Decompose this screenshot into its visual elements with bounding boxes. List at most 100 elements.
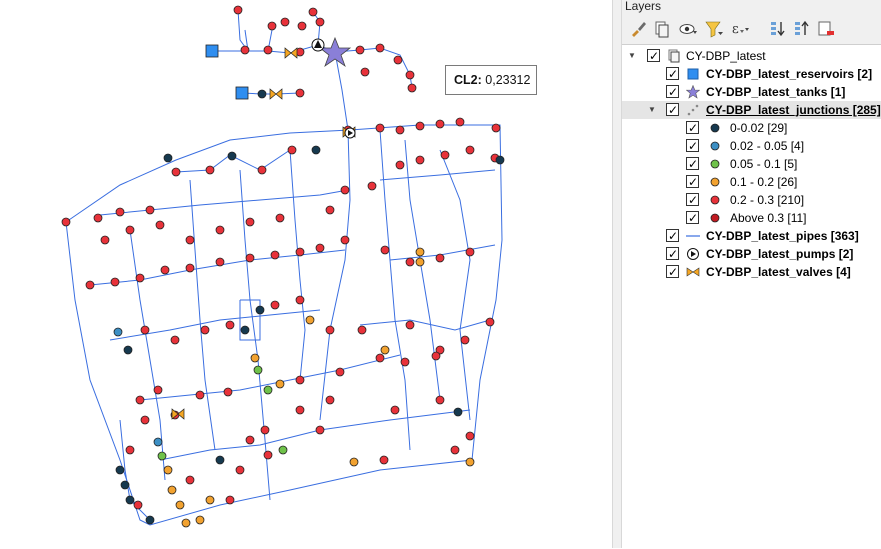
junction-marker[interactable] — [125, 495, 135, 505]
junction-marker[interactable] — [295, 405, 305, 415]
junction-marker[interactable] — [380, 345, 390, 355]
junction-marker[interactable] — [61, 217, 71, 227]
junction-marker[interactable] — [257, 165, 267, 175]
junction-class-row[interactable]: 0.1 - 0.2 [26] — [622, 173, 881, 191]
junction-marker[interactable] — [435, 253, 445, 263]
expand-arrow-icon[interactable]: ▼ — [647, 101, 657, 119]
junction-marker[interactable] — [255, 305, 265, 315]
junction-marker[interactable] — [215, 257, 225, 267]
junction-marker[interactable] — [100, 235, 110, 245]
junction-marker[interactable] — [153, 385, 163, 395]
junction-marker[interactable] — [465, 457, 475, 467]
junction-marker[interactable] — [375, 43, 385, 53]
tank-marker[interactable] — [318, 36, 352, 68]
junction-marker[interactable] — [115, 207, 125, 217]
junction-marker[interactable] — [308, 7, 318, 17]
junction-marker[interactable] — [355, 45, 365, 55]
junction-marker[interactable] — [215, 225, 225, 235]
layer-row-valves[interactable]: CY-DBP_latest_valves [4] — [622, 263, 881, 281]
junction-class-row[interactable]: Above 0.3 [11] — [622, 209, 881, 227]
junction-marker[interactable] — [120, 480, 130, 490]
junction-marker[interactable] — [115, 465, 125, 475]
junction-marker[interactable] — [225, 495, 235, 505]
valve-marker[interactable] — [269, 88, 283, 100]
junction-marker[interactable] — [215, 455, 225, 465]
junction-marker[interactable] — [295, 295, 305, 305]
junction-marker[interactable] — [195, 515, 205, 525]
remove-layer-icon[interactable] — [816, 19, 836, 39]
junction-marker[interactable] — [135, 273, 145, 283]
junctions-visibility-checkbox[interactable] — [666, 101, 679, 119]
filter-icon[interactable] — [704, 19, 724, 39]
junction-marker[interactable] — [357, 325, 367, 335]
class-visibility-checkbox[interactable] — [686, 155, 699, 173]
junction-marker[interactable] — [223, 387, 233, 397]
junction-marker[interactable] — [315, 243, 325, 253]
junction-marker[interactable] — [407, 83, 417, 93]
junction-marker[interactable] — [485, 317, 495, 327]
junction-marker[interactable] — [275, 379, 285, 389]
junction-marker[interactable] — [170, 335, 180, 345]
junction-marker[interactable] — [295, 88, 305, 98]
junction-marker[interactable] — [367, 181, 377, 191]
junction-marker[interactable] — [85, 280, 95, 290]
junction-marker[interactable] — [113, 327, 123, 337]
junction-marker[interactable] — [185, 475, 195, 485]
junction-marker[interactable] — [450, 445, 460, 455]
reservoirs-visibility-checkbox[interactable] — [666, 65, 679, 83]
junction-marker[interactable] — [379, 455, 389, 465]
brush-icon[interactable] — [628, 19, 648, 39]
junction-marker[interactable] — [280, 17, 290, 27]
junction-marker[interactable] — [465, 145, 475, 155]
junction-marker[interactable] — [325, 325, 335, 335]
junction-marker[interactable] — [340, 235, 350, 245]
junction-marker[interactable] — [465, 247, 475, 257]
junction-marker[interactable] — [240, 45, 250, 55]
layer-group-row[interactable]: ▼ CY-DBP_latest — [622, 47, 881, 65]
junction-marker[interactable] — [275, 213, 285, 223]
class-visibility-checkbox[interactable] — [686, 137, 699, 155]
junction-marker[interactable] — [163, 153, 173, 163]
junction-marker[interactable] — [257, 89, 267, 99]
junction-marker[interactable] — [200, 325, 210, 335]
junction-marker[interactable] — [227, 151, 237, 161]
map-canvas[interactable]: CL2: 0,23312 — [0, 0, 612, 548]
junction-marker[interactable] — [205, 495, 215, 505]
junction-marker[interactable] — [305, 315, 315, 325]
junction-marker[interactable] — [315, 17, 325, 27]
layer-row-pipes[interactable]: CY-DBP_latest_pipes [363] — [622, 227, 881, 245]
layer-row-junctions[interactable]: ▼ CY-DBP_latest_junctions [285] — [622, 101, 881, 119]
junction-marker[interactable] — [263, 385, 273, 395]
junction-marker[interactable] — [145, 205, 155, 215]
expand-arrow-icon[interactable]: ▼ — [627, 47, 637, 65]
class-visibility-checkbox[interactable] — [686, 173, 699, 191]
junction-marker[interactable] — [163, 465, 173, 475]
junction-marker[interactable] — [390, 405, 400, 415]
junction-marker[interactable] — [195, 390, 205, 400]
expression-filter-icon[interactable]: ε — [730, 19, 750, 39]
junction-marker[interactable] — [315, 425, 325, 435]
junction-marker[interactable] — [405, 70, 415, 80]
junction-marker[interactable] — [440, 150, 450, 160]
tanks-visibility-checkbox[interactable] — [666, 83, 679, 101]
junction-marker[interactable] — [270, 250, 280, 260]
junction-marker[interactable] — [415, 155, 425, 165]
class-visibility-checkbox[interactable] — [686, 209, 699, 227]
junction-marker[interactable] — [380, 245, 390, 255]
junction-marker[interactable] — [145, 515, 155, 525]
junction-class-row[interactable]: 0.2 - 0.3 [210] — [622, 191, 881, 209]
layer-row-tanks[interactable]: CY-DBP_latest_tanks [1] — [622, 83, 881, 101]
junction-marker[interactable] — [435, 395, 445, 405]
junction-marker[interactable] — [123, 345, 133, 355]
junction-marker[interactable] — [287, 145, 297, 155]
junction-marker[interactable] — [157, 451, 167, 461]
junction-marker[interactable] — [325, 205, 335, 215]
junction-marker[interactable] — [253, 365, 263, 375]
layers-tree[interactable]: ▼ CY-DBP_latest CY-DBP_latest_reservoirs… — [622, 44, 881, 549]
junction-marker[interactable] — [140, 325, 150, 335]
group-visibility-checkbox[interactable] — [647, 47, 660, 65]
junction-marker[interactable] — [311, 145, 321, 155]
junction-marker[interactable] — [453, 407, 463, 417]
junction-marker[interactable] — [297, 21, 307, 31]
junction-marker[interactable] — [415, 247, 425, 257]
